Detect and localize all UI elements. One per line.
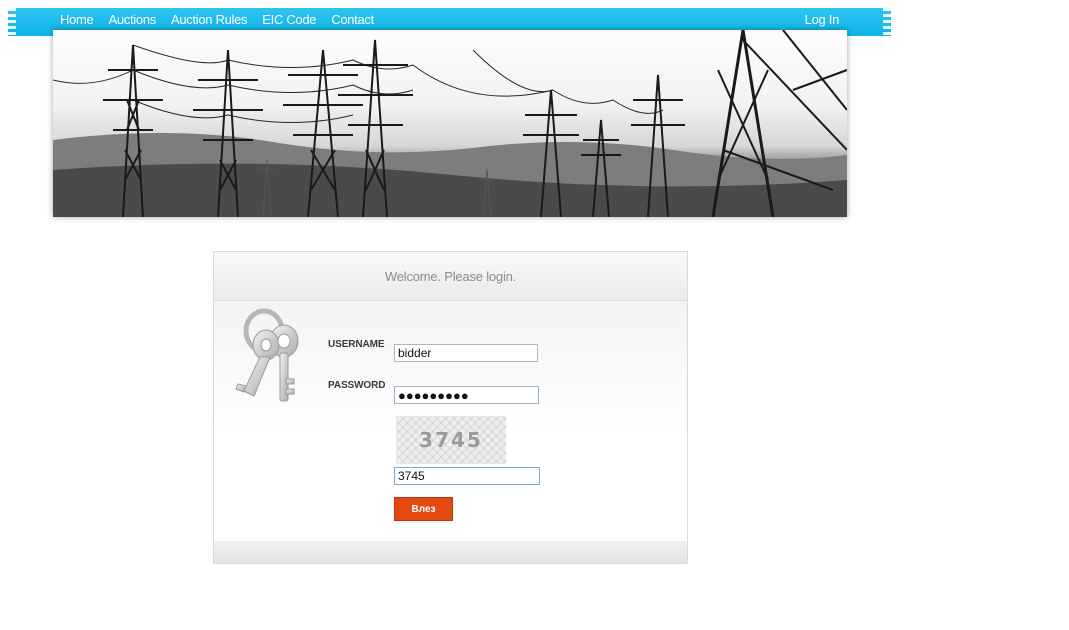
nav-home-link[interactable]: Home (60, 12, 94, 27)
login-header: Welcome. Please login. (214, 252, 687, 301)
login-form: USERNAME PASSWORD 3745 Влез (214, 301, 687, 541)
captcha-image: 3745 (396, 416, 506, 464)
password-input[interactable] (394, 386, 539, 404)
nav-contact-link[interactable]: Contact (331, 12, 374, 27)
nav-links: Home Auctions Auction Rules EIC Code Con… (60, 8, 389, 30)
nav-auction-rules-link[interactable]: Auction Rules (171, 12, 248, 27)
power-lines-illustration (53, 30, 847, 217)
keys-icon (235, 308, 299, 402)
nav-eic-code-link[interactable]: EIC Code (262, 12, 316, 27)
log-in-link[interactable]: Log In (805, 8, 840, 30)
nav-auctions-link[interactable]: Auctions (108, 12, 156, 27)
username-label: USERNAME (328, 339, 385, 350)
password-label: PASSWORD (328, 380, 386, 391)
username-input[interactable] (394, 344, 538, 362)
page: Home Auctions Auction Rules EIC Code Con… (0, 0, 1069, 630)
login-panel: Welcome. Please login. USERNAME bidder P… (213, 251, 688, 564)
login-submit-button[interactable]: Влез (394, 497, 453, 521)
header-banner-image (53, 30, 847, 217)
captcha-input[interactable] (394, 467, 540, 485)
login-footer (214, 541, 687, 563)
